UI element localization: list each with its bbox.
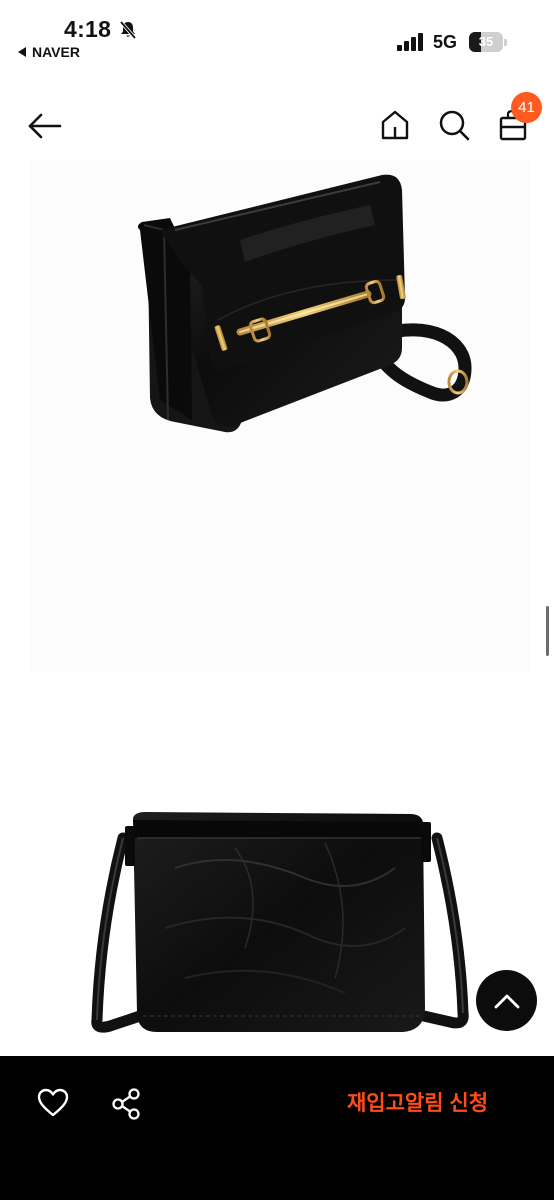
back-to-app-link[interactable]: NAVER	[18, 44, 80, 60]
home-icon[interactable]	[378, 108, 412, 142]
page-scrollbar[interactable]	[546, 606, 549, 656]
bell-off-icon	[119, 20, 137, 40]
bag-back-image	[91, 812, 469, 1033]
back-arrow-icon[interactable]	[26, 110, 64, 142]
scroll-to-top-button[interactable]	[476, 970, 537, 1031]
share-icon[interactable]	[110, 1087, 142, 1121]
battery-indicator: 35	[469, 32, 507, 52]
status-time: 4:18	[64, 16, 112, 42]
cart-count-badge: 41	[511, 92, 542, 123]
cellular-signal-icon	[397, 33, 423, 51]
heart-icon[interactable]	[36, 1086, 70, 1120]
battery-level: 35	[478, 34, 494, 49]
back-triangle-icon	[18, 47, 26, 57]
restock-alert-button[interactable]: 재입고알림 신청	[330, 1084, 505, 1124]
back-app-label: NAVER	[32, 44, 80, 60]
status-bar: 4:18 NAVER 5G 35	[0, 0, 554, 70]
bag-front-image	[137, 174, 472, 433]
network-type: 5G	[433, 32, 458, 52]
bottom-action-bar	[0, 1056, 554, 1200]
chevron-up-icon	[494, 994, 519, 1008]
search-icon[interactable]	[437, 108, 471, 142]
